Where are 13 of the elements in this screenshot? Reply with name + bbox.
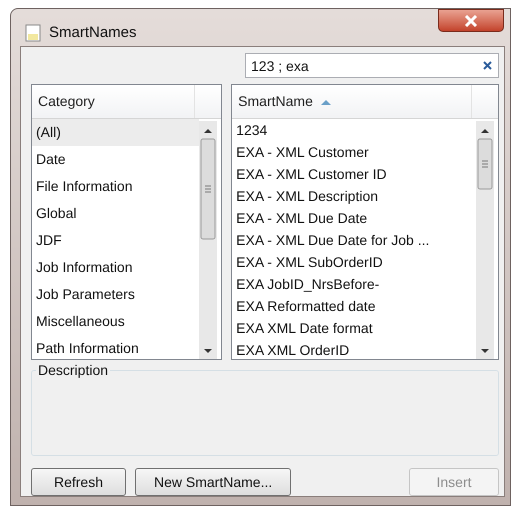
window-title: SmartNames bbox=[49, 23, 137, 43]
sort-ascending-icon bbox=[320, 98, 331, 104]
close-button[interactable] bbox=[438, 9, 504, 32]
dialog-button[interactable]: New SmartName... bbox=[135, 468, 292, 496]
scrollbar[interactable] bbox=[476, 121, 494, 359]
list-item[interactable]: (All) bbox=[32, 119, 200, 146]
search-field[interactable]: 123 ; exa bbox=[245, 53, 499, 78]
scrollbar[interactable] bbox=[199, 121, 218, 359]
clear-icon[interactable] bbox=[483, 61, 492, 70]
dialog-button[interactable]: Refresh bbox=[31, 468, 126, 496]
close-icon bbox=[464, 14, 478, 26]
document-icon bbox=[25, 24, 41, 42]
group-label: Description bbox=[36, 362, 110, 378]
